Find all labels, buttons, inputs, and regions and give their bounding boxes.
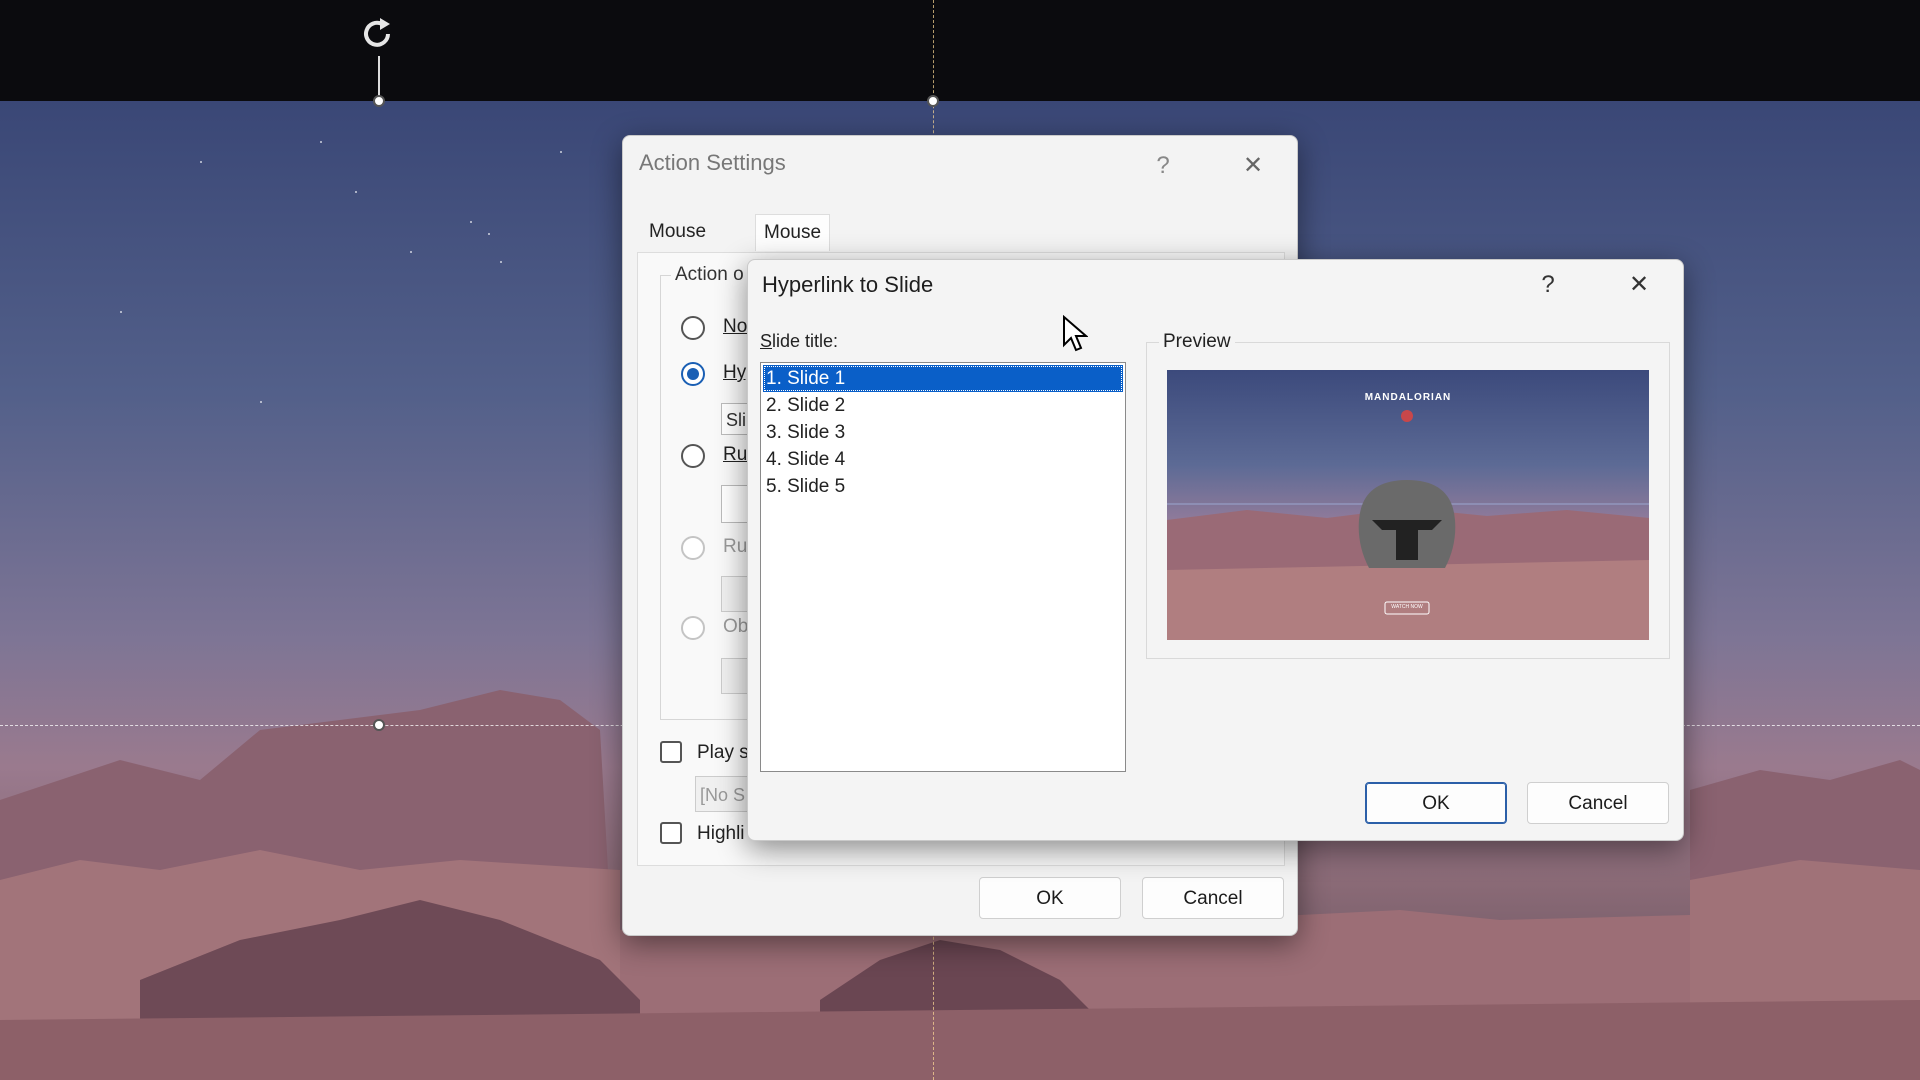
radio-none-label: No xyxy=(723,316,748,337)
radio-object-action xyxy=(681,616,705,640)
list-item[interactable]: 5. Slide 5 xyxy=(763,473,1123,500)
mouse-cursor-icon xyxy=(1063,315,1088,352)
slide-preview-image: MANDALORIAN WATCH NOW xyxy=(1167,370,1649,640)
preview-watch-button: WATCH NOW xyxy=(1391,604,1423,610)
resize-handle-top-left[interactable] xyxy=(373,95,385,107)
list-item[interactable]: 4. Slide 4 xyxy=(763,446,1123,473)
dialog-title: Action Settings xyxy=(639,150,786,175)
list-item[interactable]: 2. Slide 2 xyxy=(763,392,1123,419)
help-icon[interactable]: ? xyxy=(1528,265,1568,305)
ok-button[interactable]: OK xyxy=(979,877,1121,919)
sound-select: [No S xyxy=(695,776,755,812)
list-item[interactable]: 1. Slide 1 xyxy=(763,365,1123,392)
radio-none[interactable] xyxy=(681,316,705,340)
resize-handle-middle-left[interactable] xyxy=(373,719,385,731)
radio-run-program[interactable] xyxy=(681,444,705,468)
help-icon[interactable]: ? xyxy=(1143,146,1183,186)
play-sound-checkbox[interactable] xyxy=(660,741,682,763)
radio-hyperlink[interactable] xyxy=(681,362,705,386)
preview-logo-text: MANDALORIAN xyxy=(1364,392,1452,403)
tab-mouse-over[interactable]: Mouse Over xyxy=(755,214,831,279)
play-sound-label: Play s xyxy=(697,742,749,763)
radio-run-program-label: Ru xyxy=(723,444,748,465)
slide-title-text: lide title: xyxy=(772,331,839,351)
preview-label: Preview xyxy=(1159,331,1235,353)
highlight-checkbox[interactable] xyxy=(660,822,682,844)
group-label: Action o xyxy=(671,264,748,286)
slide-listbox[interactable]: 1. Slide 1 2. Slide 2 3. Slide 3 4. Slid… xyxy=(760,362,1126,772)
highlight-label: Highli xyxy=(697,823,745,844)
slide-title-label: Slide title: xyxy=(760,331,838,352)
list-item[interactable]: 3. Slide 3 xyxy=(763,419,1123,446)
preview-group: Preview MANDALORIAN WATCH NOW xyxy=(1146,331,1670,659)
slide-title-mnemonic: S xyxy=(760,331,773,351)
dialog-title: Hyperlink to Slide xyxy=(762,272,934,297)
ok-button[interactable]: OK xyxy=(1365,782,1507,824)
hyperlink-to-slide-dialog: Hyperlink to Slide ? ✕ Slide title: 1. S… xyxy=(747,259,1684,841)
radio-run-macro xyxy=(681,536,705,560)
radio-run-macro-label: Ru xyxy=(723,536,748,557)
close-icon[interactable]: ✕ xyxy=(1619,265,1659,305)
resize-handle-top-center[interactable] xyxy=(927,95,939,107)
rotate-handle-icon[interactable] xyxy=(358,12,398,56)
cancel-button[interactable]: Cancel xyxy=(1527,782,1669,824)
tab-mouse-click[interactable]: Mouse Click xyxy=(641,214,714,278)
close-icon[interactable]: ✕ xyxy=(1233,146,1273,186)
cancel-button[interactable]: Cancel xyxy=(1142,877,1284,919)
preview-art xyxy=(1167,410,1649,640)
radio-object-action-label: Ob xyxy=(723,616,749,637)
rotate-stem xyxy=(378,56,380,100)
